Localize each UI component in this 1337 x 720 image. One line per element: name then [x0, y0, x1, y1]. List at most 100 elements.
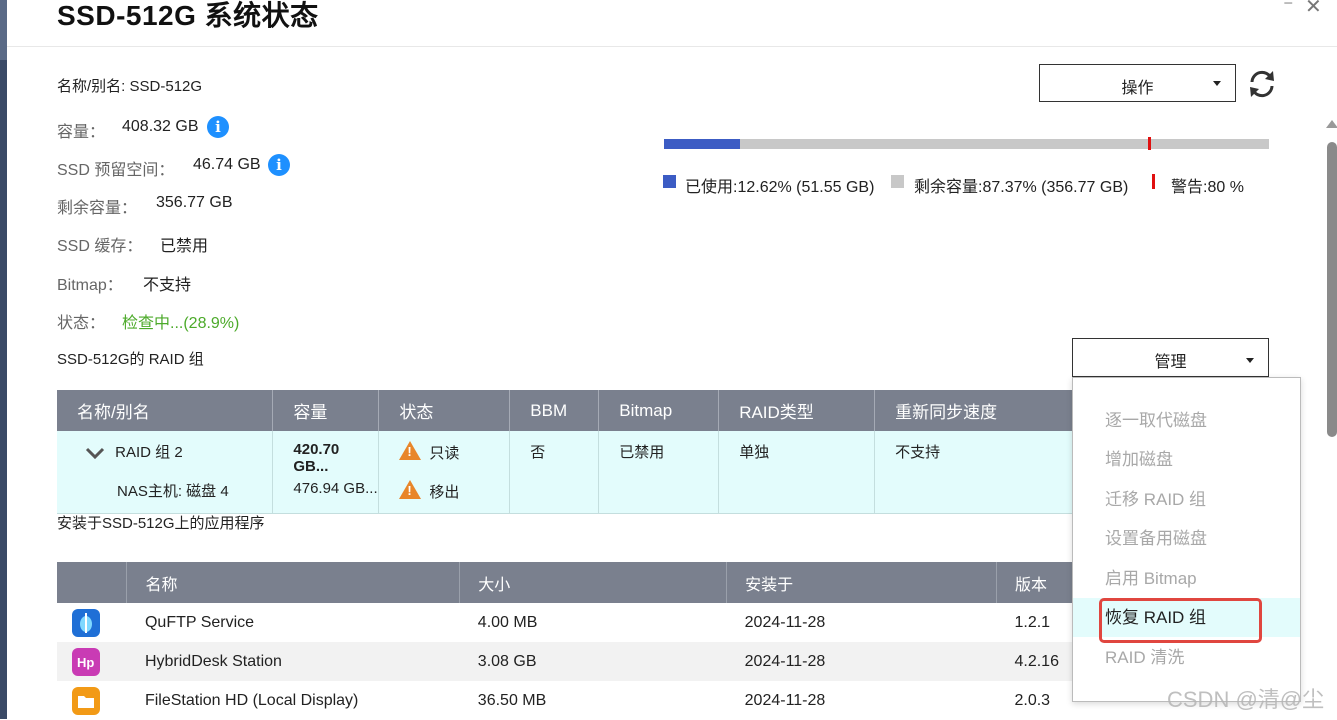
col-header-size[interactable]: 大小	[459, 562, 728, 603]
raid-group-status: 只读	[429, 445, 460, 462]
capacity-value: 408.32 GB	[122, 118, 199, 135]
app-name: HybridDesk Station	[126, 642, 460, 681]
watermark: CSDN @清@尘	[1167, 687, 1325, 712]
raid-group-name: RAID 组 2	[115, 444, 183, 461]
col-header-icon	[57, 562, 128, 603]
menu-item-set-spare-disk[interactable]: 设置备用磁盘	[1073, 519, 1300, 558]
usage-bar	[664, 137, 1269, 150]
background-window-edge	[0, 0, 7, 719]
menu-item-migrate-raid[interactable]: 迁移 RAID 组	[1073, 480, 1300, 519]
highlight-box	[1099, 598, 1262, 643]
menu-item-replace-disks[interactable]: 逐一取代磁盘	[1073, 401, 1300, 440]
svg-text:Hp: Hp	[77, 655, 94, 670]
free-legend-text: 剩余容量:87.37% (356.77 GB)	[914, 179, 1129, 196]
dialog-header: SSD-512G 系统状态 ⁻ ✕	[7, 0, 1337, 47]
used-legend-text: 已使用:12.62% (51.55 GB)	[685, 179, 875, 196]
apps-table: 名称 大小 安装于 版本 QuFTP Service 4.00 MB 2024-…	[57, 562, 1080, 720]
usage-bar-used	[664, 139, 741, 149]
close-button[interactable]: ✕	[1305, 0, 1322, 19]
col-header-status[interactable]: 状态	[378, 390, 511, 431]
app-name: QuFTP Service	[144, 613, 255, 631]
apps-table-header: 名称 大小 安装于 版本	[57, 562, 1080, 603]
manage-dropdown[interactable]: 管理	[1072, 338, 1269, 377]
reserved-value: 46.74 GB	[193, 156, 261, 173]
scrollbar[interactable]	[1323, 120, 1337, 719]
minimize-button[interactable]: ⁻	[1283, 0, 1294, 19]
system-status-dialog: SSD-512G 系统状态 ⁻ ✕ 名称/别名: SSD-512G 容量： 40…	[7, 0, 1337, 719]
dialog-title: SSD-512G 系统状态	[57, 0, 319, 31]
raid-disk-row[interactable]: NAS主机: 磁盘 4 476.94 GB... 移出	[57, 475, 1079, 514]
raid-group-table: 名称/别名 容量 状态 BBM Bitmap RAID类型 重新同步速度 RAI…	[57, 390, 1079, 514]
chevron-down-icon[interactable]	[85, 447, 105, 460]
chevron-down-icon	[1213, 81, 1221, 86]
warning-legend-marker	[1152, 174, 1155, 189]
raid-disk-bitmap	[598, 475, 720, 514]
raid-disk-type	[718, 475, 876, 514]
col-header-bbm[interactable]: BBM	[509, 390, 600, 431]
col-header-bitmap[interactable]: Bitmap	[598, 390, 720, 431]
col-header-name[interactable]: 名称/别名	[57, 390, 274, 431]
reserved-info-icon[interactable]: i	[268, 154, 290, 176]
name-label: 名称/别名:	[57, 78, 126, 95]
menu-item-add-disk[interactable]: 增加磁盘	[1073, 440, 1300, 479]
bitmap-label: Bitmap：	[57, 277, 123, 294]
table-row[interactable]: Hp HybridDesk Station 3.08 GB 2024-11-28…	[57, 642, 1079, 681]
raid-group-bitmap: 已禁用	[598, 431, 720, 475]
table-row[interactable]: QuFTP Service 4.00 MB 2024-11-28 1.2.1	[57, 603, 1079, 642]
menu-item-raid-scrubbing[interactable]: RAID 清洗	[1073, 638, 1300, 677]
raid-disk-bbm	[509, 475, 600, 514]
col-header-app-name[interactable]: 名称	[126, 562, 461, 603]
apps-section-title: 安装于SSD-512G上的应用程序	[57, 515, 265, 532]
raid-group-resync: 不支持	[874, 431, 1079, 475]
name-row: 名称/别名: SSD-512G	[57, 75, 202, 96]
quftp-icon	[72, 608, 100, 637]
name-value: SSD-512G	[129, 78, 203, 95]
raid-group-row[interactable]: RAID 组 2 420.70 GB... 只读 否 已禁用 单独 不支持	[57, 431, 1079, 475]
manage-label: 管理	[1154, 354, 1187, 371]
raid-section-title: SSD-512G的 RAID 组	[57, 351, 204, 368]
app-version: 2.0.3	[1014, 691, 1051, 709]
col-header-capacity[interactable]: 容量	[272, 390, 380, 431]
app-name: FileStation HD (Local Display)	[144, 691, 359, 709]
col-header-resync-speed[interactable]: 重新同步速度	[874, 390, 1079, 431]
app-version: 4.2.16	[996, 642, 1079, 681]
cache-label: SSD 缓存：	[57, 238, 143, 255]
raid-disk-status: 移出	[429, 484, 460, 501]
free-label: 剩余容量：	[57, 200, 138, 217]
raid-group-type: 单独	[718, 431, 876, 475]
capacity-info-icon[interactable]: i	[207, 116, 229, 138]
filestation-icon	[72, 686, 100, 715]
raid-table-header: 名称/别名 容量 状态 BBM Bitmap RAID类型 重新同步速度	[57, 390, 1079, 431]
app-size: 36.50 MB	[477, 691, 547, 709]
table-row[interactable]: FileStation HD (Local Display) 36.50 MB …	[57, 681, 1079, 720]
manage-menu: 逐一取代磁盘 增加磁盘 迁移 RAID 组 设置备用磁盘 启用 Bitmap 恢…	[1072, 377, 1301, 702]
warning-icon	[399, 441, 422, 460]
capacity-label: 容量：	[57, 124, 106, 141]
warning-icon	[399, 480, 422, 499]
warning-legend-text: 警告:80 %	[1171, 179, 1244, 196]
scroll-up-arrow-icon[interactable]	[1326, 120, 1337, 128]
bitmap-value: 不支持	[143, 277, 192, 294]
col-header-version[interactable]: 版本	[996, 562, 1080, 603]
operate-dropdown[interactable]: 操作	[1039, 64, 1236, 102]
app-installed: 2024-11-28	[726, 642, 997, 681]
refresh-icon[interactable]	[1245, 67, 1279, 101]
app-version: 1.2.1	[1014, 613, 1051, 631]
app-size: 4.00 MB	[477, 613, 538, 631]
raid-group-bbm: 否	[509, 431, 600, 475]
raid-disk-resync	[874, 475, 1079, 514]
status-label: 状态：	[57, 315, 106, 332]
used-legend-swatch	[663, 175, 676, 188]
status-value: 检查中...(28.9%)	[122, 315, 240, 332]
chevron-down-icon	[1246, 357, 1254, 363]
app-installed: 2024-11-28	[744, 613, 826, 631]
raid-group-capacity: 420.70 GB...	[272, 431, 380, 475]
scrollbar-thumb[interactable]	[1327, 142, 1337, 437]
col-header-installed-on[interactable]: 安装于	[726, 562, 997, 603]
raid-disk-capacity: 476.94 GB...	[272, 475, 380, 514]
menu-item-enable-bitmap[interactable]: 启用 Bitmap	[1073, 559, 1300, 598]
hybriddesk-icon: Hp	[72, 647, 100, 676]
col-header-raid-type[interactable]: RAID类型	[718, 390, 876, 431]
free-value: 356.77 GB	[156, 194, 233, 211]
free-legend-swatch	[891, 175, 904, 188]
